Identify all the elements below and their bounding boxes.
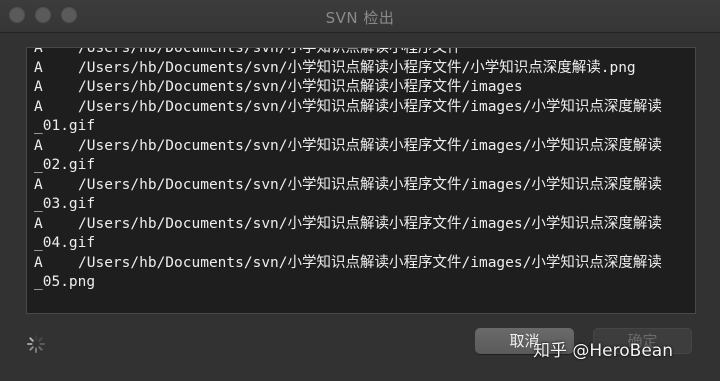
log-line-path: /Users/hb/Documents/svn/小学知识点解读小程序文件/ima… <box>78 137 662 154</box>
log-line-path: /Users/hb/Documents/svn/小学知识点解读小程序文件/ima… <box>78 79 523 95</box>
log-line: A/Users/hb/Documents/svn/小学知识点解读小程序文件/im… <box>34 176 687 215</box>
log-line-action: A <box>34 254 43 271</box>
watermark-text: 知乎 @HeroBean <box>533 341 673 361</box>
svn-checkout-window: SVN 检出 A/Users/hb/Documents/svn/小学知识点解读小… <box>0 0 720 381</box>
log-line-path-continuation: _03.gif <box>34 196 96 212</box>
log-line-path-continuation: _05.png <box>34 274 96 290</box>
log-line: A/Users/hb/Documents/svn/小学知识点解读小程序文件/im… <box>34 98 687 137</box>
log-line-path-continuation: _04.gif <box>34 235 96 251</box>
log-line-action: A <box>34 79 43 95</box>
log-line: A/Users/hb/Documents/svn/小学知识点解读小程序文件/im… <box>34 137 687 176</box>
log-line-action: A <box>34 137 43 154</box>
log-line-path: /Users/hb/Documents/svn/小学知识点解读小程序文件 <box>78 47 462 56</box>
log-line-path: /Users/hb/Documents/svn/小学知识点解读小程序文件/ima… <box>78 215 662 232</box>
log-line: A/Users/hb/Documents/svn/小学知识点解读小程序文件/im… <box>34 215 687 254</box>
title-bar: SVN 检出 <box>0 0 720 33</box>
log-line-action: A <box>34 215 43 232</box>
window-title: SVN 检出 <box>325 9 395 27</box>
log-line-action: A <box>34 98 43 115</box>
log-line-path-continuation: _02.gif <box>34 157 96 173</box>
log-line-path: /Users/hb/Documents/svn/小学知识点解读小程序文件/ima… <box>78 254 662 271</box>
log-line-path: /Users/hb/Documents/svn/小学知识点解读小程序文件/ima… <box>78 176 662 193</box>
log-line-path-continuation: _01.gif <box>34 118 96 134</box>
log-line: A/Users/hb/Documents/svn/小学知识点解读小程序文件/im… <box>34 254 687 293</box>
log-line: A/Users/hb/Documents/svn/小学知识点解读小程序文件 <box>34 47 687 59</box>
log-line-action: A <box>34 176 43 193</box>
log-list: A/Users/hb/Documents/svn/小学知识点解读小程序文件 A/U… <box>34 47 687 293</box>
log-line-path: /Users/hb/Documents/svn/小学知识点解读小程序文件/ima… <box>78 98 662 115</box>
checkout-log[interactable]: A/Users/hb/Documents/svn/小学知识点解读小程序文件 A/U… <box>26 47 696 314</box>
log-line-path: /Users/hb/Documents/svn/小学知识点解读小程序文件/小学知… <box>78 59 636 76</box>
activity-spinner-icon <box>27 335 45 353</box>
log-line-action: A <box>34 47 43 56</box>
log-line: A/Users/hb/Documents/svn/小学知识点解读小程序文件/小学… <box>34 59 687 79</box>
log-line-action: A <box>34 59 43 76</box>
log-line: A/Users/hb/Documents/svn/小学知识点解读小程序文件/im… <box>34 78 687 98</box>
